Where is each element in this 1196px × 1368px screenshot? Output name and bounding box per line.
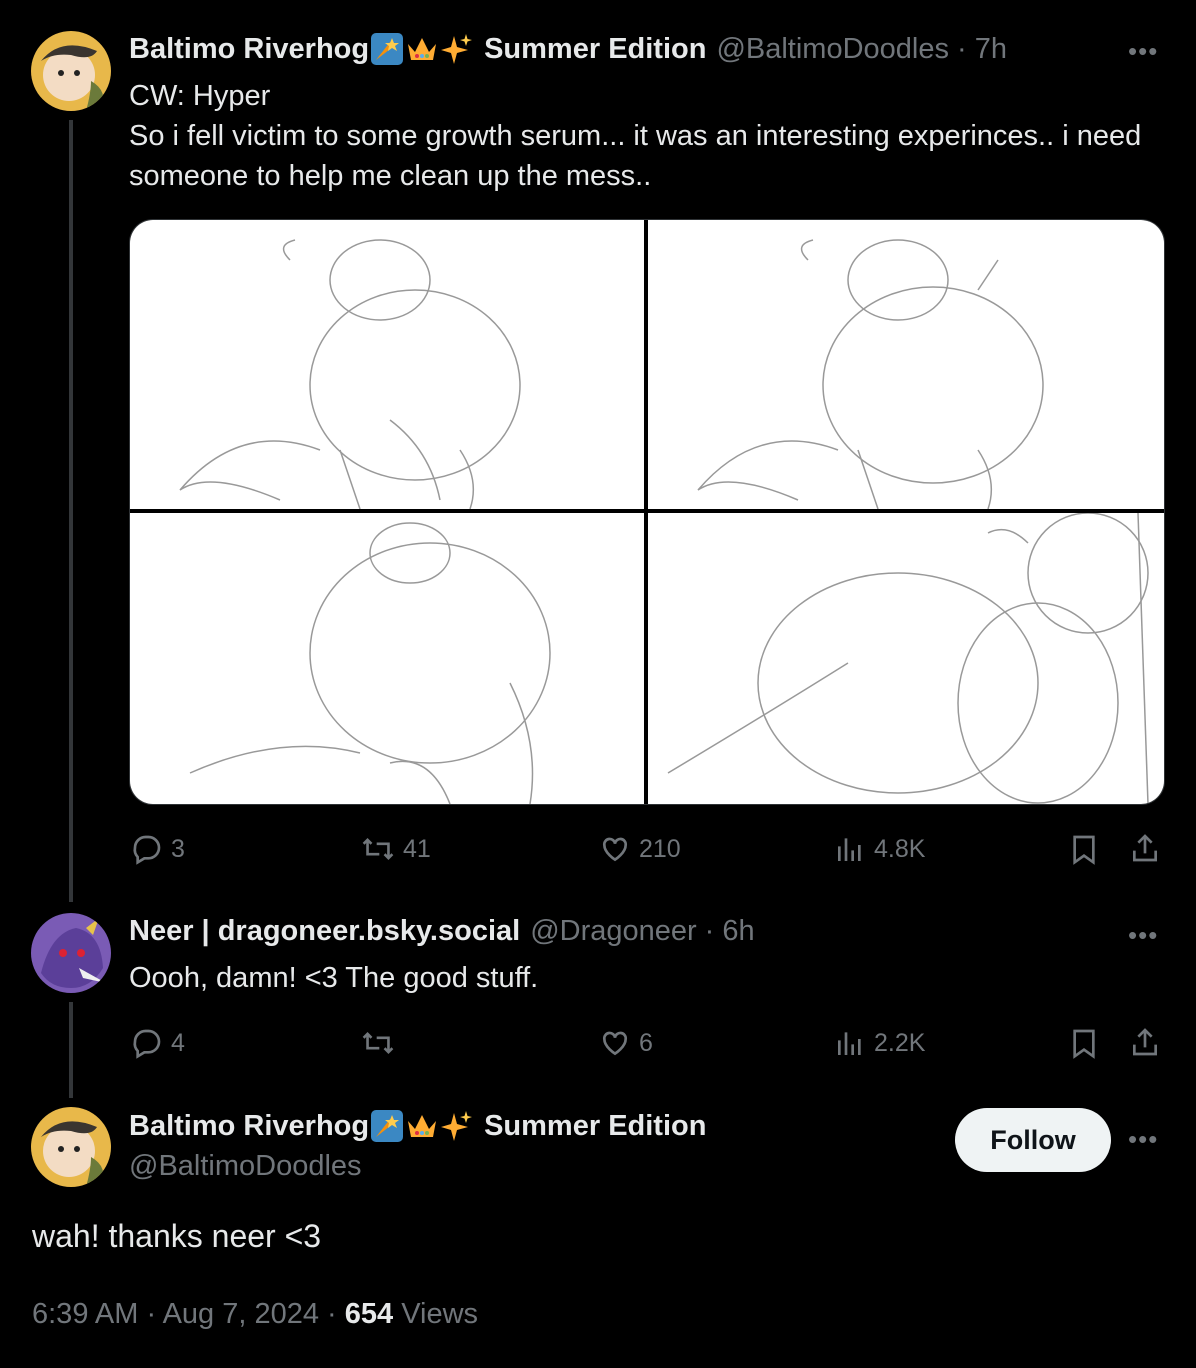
tweet2-retweet-button[interactable] (361, 1027, 403, 1059)
main-more-icon[interactable]: ••• (1128, 1124, 1158, 1155)
bookmark-icon (1073, 1029, 1095, 1059)
tweet1-view-count: 4.8K (874, 834, 926, 863)
thread-line (69, 120, 73, 902)
bar-chart-icon (838, 838, 861, 861)
crown-emoji (408, 1115, 437, 1137)
tweet2-bookmark-button[interactable] (1068, 1027, 1100, 1064)
retweet-icon (362, 1031, 394, 1055)
main-meta: 6:39 AM · Aug 7, 2024 · 654 Views (32, 1298, 478, 1331)
tweet2-header: Neer | dragoneer.bsky.social @Dragoneer … (129, 915, 755, 948)
heart-icon (602, 837, 628, 862)
avatar-neer[interactable] (31, 913, 111, 993)
main-timestamp[interactable]: 6:39 AM · Aug 7, 2024 · (32, 1298, 345, 1330)
tweet1-share-button[interactable] (1129, 832, 1161, 869)
tweet1-text: So i fell victim to some growth serum...… (129, 120, 1142, 192)
sparkles-emoji (441, 34, 473, 64)
bookmark-icon (1073, 835, 1095, 865)
tweet2-views-button[interactable]: 2.2K (834, 1027, 925, 1059)
tweet1-retweet-button[interactable]: 41 (361, 833, 431, 865)
tweet1-reply-button[interactable]: 3 (131, 833, 185, 865)
tweet1-time[interactable]: · 7h (957, 33, 1007, 66)
avatar-baltimo[interactable] (31, 31, 111, 111)
tweet1-edition[interactable]: Summer Edition (484, 33, 706, 66)
tweet1-cw: CW: Hyper (129, 80, 271, 112)
tweet1-reply-count: 3 (171, 834, 185, 863)
thread-line-2 (69, 1002, 73, 1098)
media-image-3[interactable] (130, 513, 644, 804)
tweet2-like-button[interactable]: 6 (599, 1027, 653, 1059)
tweet1-display-name[interactable]: Baltimo Riverhog (129, 33, 369, 66)
tweet1-bookmark-button[interactable] (1068, 833, 1100, 870)
tweet1-views-button[interactable]: 4.8K (834, 833, 925, 865)
shooting-star-emoji (371, 33, 404, 65)
crown-emoji (408, 38, 437, 60)
tweet1-handle[interactable]: @BaltimoDoodles (716, 33, 949, 66)
bar-chart-icon (838, 1032, 861, 1055)
media-image-1[interactable] (130, 220, 644, 509)
main-views-label: Views (393, 1298, 479, 1330)
tweet1-media-grid[interactable] (129, 219, 1165, 805)
main-display-name[interactable]: Baltimo Riverhog (129, 1110, 369, 1143)
heart-icon (602, 1031, 628, 1056)
media-image-4[interactable] (648, 513, 1164, 804)
tweet2-time[interactable]: · 6h (705, 915, 755, 948)
main-handle[interactable]: @BaltimoDoodles (129, 1150, 362, 1183)
tweet1-body: CW: Hyper So i fell victim to some growt… (129, 76, 1159, 196)
retweet-icon (362, 837, 394, 861)
tweet2-view-count: 2.2K (874, 1028, 926, 1057)
follow-button[interactable]: Follow (955, 1108, 1111, 1172)
media-image-2[interactable] (648, 220, 1164, 509)
tweet2-reply-count: 4 (171, 1028, 185, 1057)
tweet2-share-button[interactable] (1129, 1026, 1161, 1063)
tweet1-like-button[interactable]: 210 (599, 833, 681, 865)
tweet1-header: Baltimo Riverhog Summer Edition @Baltimo… (129, 32, 1007, 66)
share-icon (1133, 1028, 1157, 1056)
main-view-count: 654 (344, 1298, 394, 1330)
sparkles-emoji (441, 1111, 473, 1141)
tweet2-handle[interactable]: @Dragoneer (530, 915, 696, 948)
tweet2-body: Oooh, damn! <3 The good stuff. (129, 962, 539, 994)
tweet1-more-icon[interactable]: ••• (1128, 36, 1158, 67)
reply-icon (133, 835, 161, 865)
share-icon (1133, 834, 1157, 862)
shooting-star-emoji (371, 1110, 404, 1142)
main-body: wah! thanks neer <3 (32, 1218, 322, 1254)
tweet2-display-name[interactable]: Neer | dragoneer.bsky.social (129, 915, 520, 948)
tweet2-more-icon[interactable]: ••• (1128, 920, 1158, 951)
tweet1-like-count: 210 (639, 834, 681, 863)
tweet2-reply-button[interactable]: 4 (131, 1027, 185, 1059)
avatar-baltimo-main[interactable] (31, 1107, 111, 1187)
tweet2-like-count: 6 (639, 1028, 653, 1057)
main-edition[interactable]: Summer Edition (484, 1110, 706, 1143)
tweet1-retweet-count: 41 (403, 834, 431, 863)
main-header: Baltimo Riverhog Summer Edition (129, 1109, 706, 1143)
reply-icon (133, 1029, 161, 1059)
